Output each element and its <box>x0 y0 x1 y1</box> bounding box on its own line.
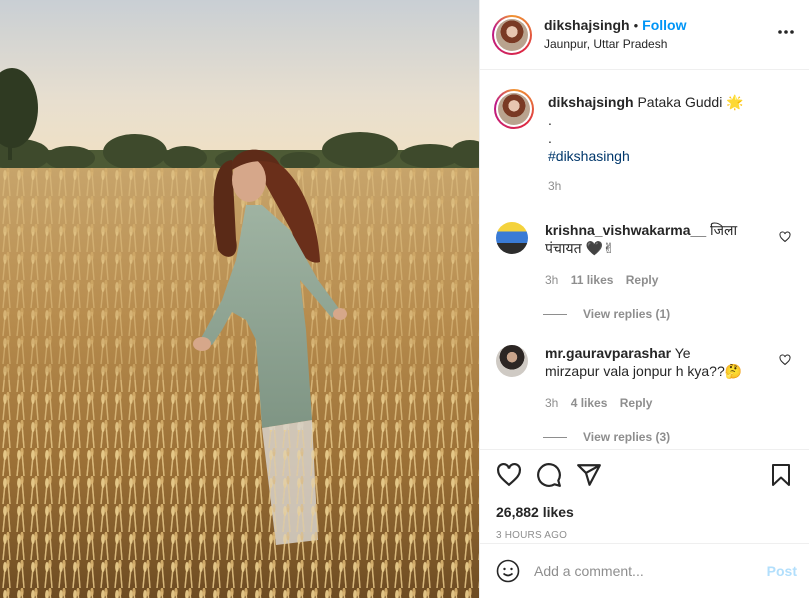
hashtag-link[interactable]: #dikshasingh <box>548 147 744 165</box>
like-comment-heart-icon[interactable] <box>779 231 791 246</box>
view-replies-label[interactable]: View replies (3) <box>583 430 670 444</box>
like-comment-heart-icon[interactable] <box>779 354 791 369</box>
caption-line: . <box>548 130 552 146</box>
reply-button[interactable]: Reply <box>626 273 659 287</box>
commenter-avatar[interactable] <box>496 345 528 377</box>
post-time[interactable]: 3 HOURS AGO <box>496 530 793 541</box>
comment-username[interactable]: mr.gauravparashar <box>545 345 671 361</box>
caption-time[interactable]: 3h <box>548 177 744 195</box>
story-ring[interactable] <box>494 89 534 129</box>
comment-time[interactable]: 3h <box>545 396 558 410</box>
star-emoji: 🌟 <box>726 94 744 110</box>
post-panel: dikshajsingh • Follow Jaunpur, Uttar Prade… <box>479 0 809 598</box>
post-actions: 26,882 likes 3 HOURS AGO <box>480 449 809 541</box>
username-link[interactable]: dikshajsingh <box>544 17 630 33</box>
caption-username[interactable]: dikshajsingh <box>548 94 634 110</box>
separator-dot: • <box>633 18 639 33</box>
avatar <box>498 93 530 125</box>
comment-time[interactable]: 3h <box>545 273 558 287</box>
save-bookmark-icon[interactable] <box>769 462 793 488</box>
wheat-field-image <box>0 0 479 598</box>
divider <box>543 313 567 315</box>
add-comment-bar: Post <box>480 543 809 598</box>
caption-line: . <box>548 112 552 128</box>
follow-button[interactable]: Follow <box>642 17 686 33</box>
location-link[interactable]: Jaunpur, Uttar Pradesh <box>544 35 686 53</box>
commenter-avatar[interactable] <box>496 222 528 254</box>
reply-button[interactable]: Reply <box>620 396 653 410</box>
comment: krishna_vishwakarma__ जिला पंचायत 🖤✌ 3h … <box>494 221 793 289</box>
emoji-icon[interactable] <box>496 559 520 583</box>
view-replies-button[interactable]: View replies (3) <box>543 430 793 444</box>
comment-likes[interactable]: 4 likes <box>571 396 608 410</box>
caption-text: Pataka Guddi <box>637 94 723 110</box>
post-photo[interactable] <box>0 0 479 598</box>
story-ring[interactable] <box>492 14 532 55</box>
share-icon[interactable] <box>576 462 602 488</box>
comment-icon[interactable] <box>536 462 562 488</box>
more-horizontal-icon[interactable] <box>777 25 795 35</box>
view-replies-label[interactable]: View replies (1) <box>583 307 670 321</box>
comment: mr.gauravparashar Ye mirzapur vala jonpu… <box>494 344 793 412</box>
comment-likes[interactable]: 11 likes <box>571 273 614 287</box>
caption: dikshajsingh Pataka Guddi 🌟 . . #dikshas… <box>494 89 793 195</box>
avatar <box>496 18 528 51</box>
comments-list[interactable]: dikshajsingh Pataka Guddi 🌟 . . #dikshas… <box>480 71 809 449</box>
divider <box>543 436 567 438</box>
post-comment-button[interactable]: Post <box>767 563 797 579</box>
like-heart-icon[interactable] <box>496 462 522 488</box>
view-replies-button[interactable]: View replies (1) <box>543 307 793 321</box>
comment-username[interactable]: krishna_vishwakarma__ <box>545 222 706 238</box>
post-header: dikshajsingh • Follow Jaunpur, Uttar Prade… <box>480 0 809 70</box>
likes-count[interactable]: 26,882 likes <box>496 504 793 520</box>
comment-input[interactable] <box>534 563 767 579</box>
